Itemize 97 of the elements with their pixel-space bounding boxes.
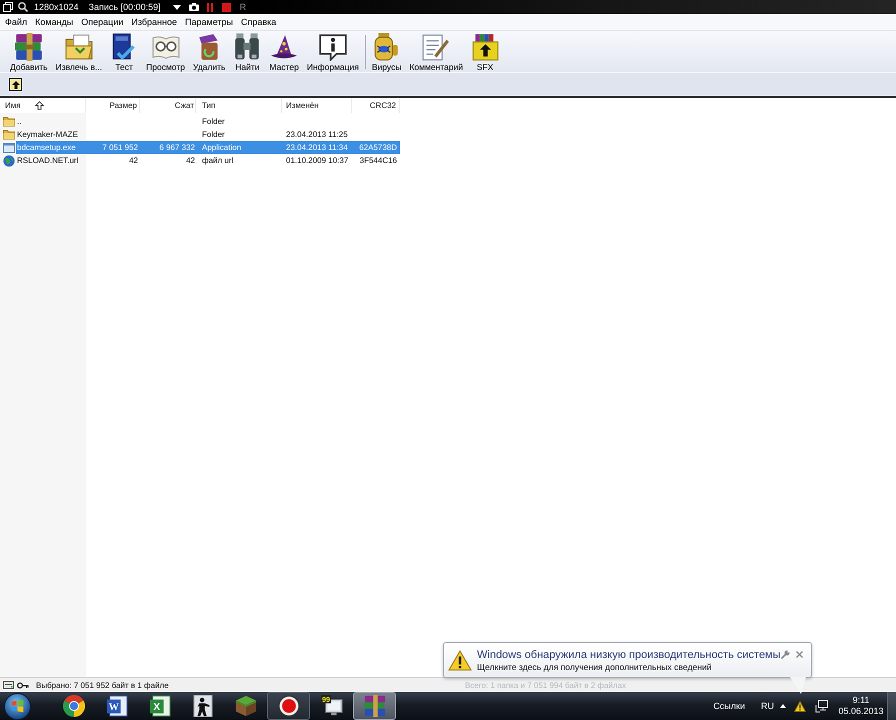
taskbar-button[interactable] bbox=[267, 692, 310, 720]
warning-icon[interactable] bbox=[794, 700, 806, 712]
toolbar-button[interactable]: Вирусы bbox=[368, 31, 406, 72]
taskbar-button[interactable]: 99 bbox=[310, 692, 353, 720]
taskbar-button[interactable]: X bbox=[138, 692, 181, 720]
restore-icon[interactable] bbox=[3, 2, 13, 12]
notepad-pen-icon bbox=[422, 34, 450, 60]
links-toolbar[interactable]: Ссылки bbox=[711, 701, 747, 711]
spreadsheet-icon: X bbox=[148, 695, 170, 717]
soldier-silhouette-icon bbox=[192, 695, 214, 717]
caret-down-icon[interactable] bbox=[172, 4, 181, 10]
close-icon[interactable] bbox=[796, 651, 803, 658]
magnifier-icon[interactable] bbox=[18, 2, 28, 12]
start-orb-icon bbox=[4, 692, 31, 720]
key-icon bbox=[17, 682, 29, 688]
toolbar-button[interactable]: SFX bbox=[467, 31, 503, 72]
caret-up-icon[interactable] bbox=[780, 704, 786, 708]
archive-books-icon bbox=[364, 695, 386, 717]
taskbar-clock[interactable]: 9:11 05.06.2013 bbox=[837, 695, 885, 717]
binoculars-icon bbox=[234, 33, 260, 61]
pause-icon[interactable] bbox=[206, 2, 213, 12]
grass-block-icon bbox=[234, 695, 256, 717]
wrench-icon[interactable] bbox=[780, 650, 790, 659]
archive-total: Всего: 1 папка и 7 051 994 байт в 2 файлах bbox=[464, 680, 626, 690]
column-header[interactable]: Изменён bbox=[282, 98, 352, 113]
record-icon bbox=[278, 695, 300, 717]
window-icon bbox=[3, 142, 15, 152]
menu-item[interactable]: Параметры bbox=[181, 14, 237, 30]
toolbar-button[interactable]: Извлечь в... bbox=[52, 31, 106, 72]
info-icon bbox=[318, 34, 347, 60]
file-row[interactable]: RSLOAD.NET.url 42 42 файл url 01.10.2009 10:37 3F544C16 bbox=[0, 154, 400, 167]
column-header[interactable]: Сжат bbox=[140, 98, 196, 113]
table-cell-text: Application bbox=[201, 142, 242, 154]
toolbar-button[interactable]: Удалить bbox=[188, 31, 230, 72]
folder-icon bbox=[3, 116, 15, 127]
color-wheel-icon bbox=[62, 695, 84, 717]
up-arrow-icon bbox=[12, 80, 20, 88]
camera-icon[interactable] bbox=[188, 3, 199, 11]
recorder-resolution: 1280x1024 bbox=[34, 2, 79, 12]
notification-balloon[interactable]: Windows обнаружила низкую производительность системы Щелкните здесь для получения дополнительных сведений bbox=[443, 642, 812, 678]
table-cell-text: RSLOAD.NET.url bbox=[16, 155, 80, 167]
table-cell-text: 01.10.2009 10:37 bbox=[285, 155, 350, 167]
table-cell-text: 23.04.2013 11:34 bbox=[285, 142, 349, 154]
table-cell-text: Folder bbox=[201, 116, 226, 128]
table-cell-text: 6 967 332 bbox=[158, 142, 196, 154]
table-cell-text: файл url bbox=[201, 155, 234, 167]
column-header[interactable]: Размер bbox=[86, 98, 140, 113]
bug-jar-icon bbox=[374, 33, 400, 61]
table-cell-text: Keymaker-MAZE bbox=[16, 129, 79, 141]
toolbar-button[interactable]: Просмотр bbox=[142, 31, 189, 72]
column-header[interactable]: CRC32 bbox=[352, 98, 400, 113]
archive-books-icon bbox=[14, 33, 43, 61]
menu-item[interactable]: Справка bbox=[237, 14, 280, 30]
table-cell-text: 7 051 952 bbox=[101, 142, 139, 154]
drive-icon bbox=[3, 681, 14, 689]
notification-title: Windows обнаружила низкую производительность системы bbox=[477, 648, 781, 662]
menu-item[interactable]: Файл bbox=[1, 14, 32, 30]
toolbar-button[interactable]: Тест bbox=[106, 31, 142, 72]
language-indicator[interactable]: RU bbox=[759, 701, 776, 711]
warning-icon bbox=[448, 650, 472, 671]
toolbar-button[interactable]: Добавить bbox=[6, 31, 52, 72]
table-cell-text: 42 bbox=[185, 155, 196, 167]
recording-timer: Запись [00:00:59] bbox=[88, 2, 161, 12]
window-title-fragment: R bbox=[240, 2, 246, 12]
file-row[interactable]: Keymaker-MAZE Folder 23.04.2013 11:25 bbox=[0, 128, 400, 141]
box-arrow-icon bbox=[472, 33, 498, 61]
table-cell-text: 62A5738D bbox=[358, 142, 398, 154]
table-cell-text: 23.04.2013 11:25 bbox=[285, 129, 349, 141]
toolbar-button[interactable]: Комментарий bbox=[405, 31, 467, 72]
folder-document-icon bbox=[64, 33, 93, 61]
book-glasses-icon bbox=[152, 34, 180, 60]
wizard-hat-icon bbox=[270, 34, 298, 60]
document-icon: W bbox=[106, 695, 128, 717]
column-header[interactable]: Тип bbox=[196, 98, 282, 113]
folder-icon bbox=[3, 129, 15, 140]
stop-icon[interactable] bbox=[222, 2, 231, 12]
up-button[interactable] bbox=[9, 78, 22, 91]
table-cell-text: Folder bbox=[201, 129, 226, 141]
toolbar-button[interactable]: Информация bbox=[302, 31, 363, 72]
table-cell-text: .. bbox=[16, 116, 22, 128]
menu-item[interactable]: Избранное bbox=[127, 14, 182, 30]
book-check-icon bbox=[112, 33, 136, 61]
network-icon[interactable] bbox=[815, 700, 828, 712]
selection-summary: Выбрано: 7 051 952 байт в 1 файле bbox=[36, 680, 169, 690]
column-header[interactable]: Имя bbox=[0, 98, 86, 113]
menu-item[interactable]: Операции bbox=[77, 14, 128, 30]
toolbar-button[interactable]: Мастер bbox=[265, 31, 303, 72]
table-cell-text: 42 bbox=[128, 155, 139, 167]
notification-text: Щелкните здесь для получения дополнительных сведений bbox=[477, 662, 713, 673]
globe-icon bbox=[3, 154, 15, 166]
table-cell-text: 3F544C16 bbox=[358, 155, 398, 167]
table-cell-text: bdcamsetup.exe bbox=[16, 142, 77, 154]
file-row[interactable]: .. Folder bbox=[0, 115, 400, 128]
taskbar-button[interactable]: W bbox=[95, 692, 138, 720]
trash-bin-icon bbox=[198, 33, 220, 61]
toolbar-button[interactable]: Найти bbox=[229, 31, 266, 72]
menu-item[interactable]: Команды bbox=[31, 14, 78, 30]
